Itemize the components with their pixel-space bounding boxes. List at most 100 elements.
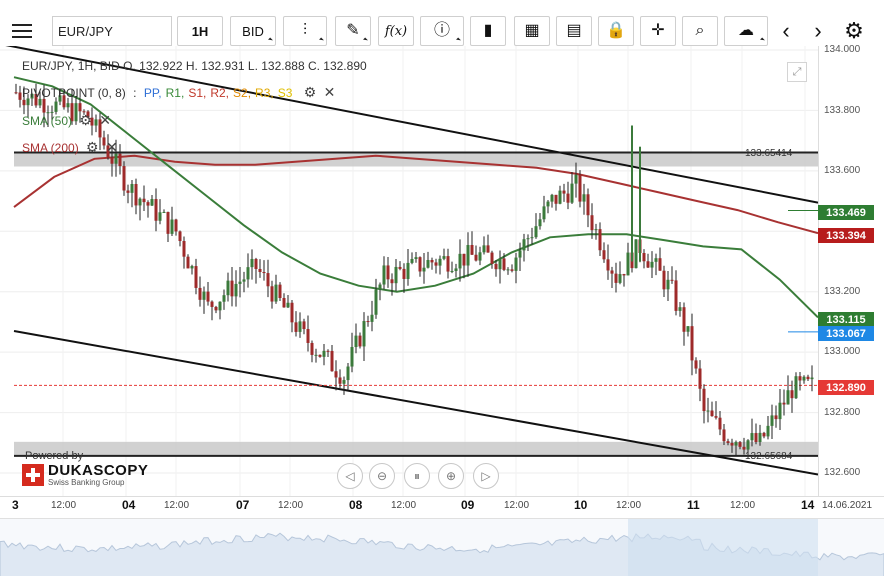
timeframe-label: 1H [191, 23, 209, 39]
candle-body [362, 321, 366, 347]
info-button[interactable]: ⓘ [420, 16, 464, 46]
candle-body [582, 194, 586, 202]
prev-arrow-button[interactable]: ‹ [772, 16, 800, 46]
candle-body [494, 263, 498, 270]
dukascopy-logo[interactable]: DUKASCOPY Swiss Banking Group [22, 463, 148, 487]
candle-body [310, 342, 314, 355]
candle-body [778, 402, 782, 420]
expand-icon[interactable]: ⤢ [787, 62, 807, 82]
price-type-button[interactable]: BID [230, 16, 276, 46]
candle-body [598, 229, 602, 251]
candle-body [234, 283, 238, 297]
candle-body [402, 268, 406, 279]
crosshair-button[interactable]: ✛ [640, 16, 676, 46]
zoom-in-button[interactable]: ⊕ [438, 463, 464, 489]
lock-button[interactable]: 🔒 [598, 16, 634, 46]
candle-body [658, 258, 662, 271]
draw-pen-button[interactable]: ✎ [335, 16, 371, 46]
info-icon: ⓘ [433, 22, 450, 39]
price-type-label: BID [242, 23, 264, 39]
candle-body [270, 286, 274, 302]
candle-body [246, 267, 250, 280]
candle-body [378, 284, 382, 290]
candle-body [810, 377, 814, 380]
price-chart-svg [0, 46, 818, 496]
candle-body [250, 258, 254, 268]
zoom-in-icon: ⊕ [445, 469, 457, 483]
candle-body [306, 329, 310, 343]
price-axis-label: 133.800 [824, 105, 861, 116]
gear-icon[interactable]: ⚙ [86, 139, 99, 156]
pivot-level-4: S2, [233, 86, 252, 100]
candle-body [510, 269, 514, 271]
candle-body [758, 432, 762, 442]
logo-name: DUKASCOPY [48, 462, 149, 479]
candle-body [734, 442, 738, 446]
candle-body [742, 446, 746, 450]
candle-body [566, 193, 570, 203]
candle-body [478, 252, 482, 261]
calendar-button[interactable]: ▦ [514, 16, 550, 46]
pivot-legend[interactable]: PIVOTPOINT (0, 8) : PP, R1, S1, R2, S2, R3, S3… [22, 84, 335, 101]
gear-icon[interactable]: ⚙ [79, 112, 92, 129]
symbol-input[interactable]: EUR/JPY [52, 16, 172, 46]
candle-body [274, 284, 278, 302]
swiss-cross-icon [22, 464, 44, 486]
zoom-out-button[interactable]: ⊖ [369, 463, 395, 489]
candle-body [182, 241, 186, 257]
candle-body [774, 415, 778, 420]
settings-gear-icon: ⚙ [844, 18, 864, 43]
time-axis-label: 12:00 [616, 500, 642, 511]
sma50-legend[interactable]: SMA (50) ⚙ ✕ [22, 112, 111, 129]
candle-body [594, 229, 598, 231]
cloud-button[interactable]: ☁ [724, 16, 768, 46]
candle-body [574, 174, 578, 184]
candle-body [518, 250, 522, 258]
candle-body [238, 281, 242, 284]
chart-app: EUR/JPY 1H BID ⫶ ✎ f(x) ⓘ ▮ ▦ ▤ 🔒 ✛ ⌕ ☁ ‹ › ⚙ EUR/JPY… [0, 0, 884, 576]
candle-body [166, 211, 170, 234]
timeframe-button[interactable]: 1H [177, 16, 223, 46]
sma200-legend[interactable]: SMA (200) ⚙ ✕ [22, 139, 118, 156]
reset-button[interactable]: ⏸ [404, 463, 430, 489]
pivot-level-6: S3 [277, 86, 293, 100]
close-icon[interactable]: ✕ [106, 139, 118, 156]
candle-body [490, 252, 494, 264]
candle-body [210, 301, 214, 307]
candle-body [682, 307, 686, 332]
price-axis-label: 134.000 [824, 44, 861, 55]
time-axis-label: 14.06.2021 [822, 500, 873, 511]
candle-body [602, 250, 606, 260]
chart-type-button[interactable]: ⫶ [283, 16, 327, 46]
chart-canvas[interactable] [0, 46, 818, 496]
candle-body [486, 245, 490, 253]
settings-gear-button[interactable]: ⚙ [840, 16, 868, 46]
zoom-button[interactable]: ⌕ [682, 16, 718, 46]
candle-body [674, 280, 678, 311]
close-icon[interactable]: ✕ [324, 84, 336, 101]
candle-body [650, 261, 654, 268]
candle-body [662, 270, 666, 290]
formula-button[interactable]: f(x) [378, 16, 414, 46]
candle-body [66, 103, 70, 108]
formula-icon: f(x) [384, 23, 408, 39]
ohlc-legend: EUR/JPY, 1H, BID O. 132.922 H. 132.931 L… [22, 59, 367, 73]
candle-body [330, 350, 334, 372]
navigator-panel[interactable] [0, 518, 884, 576]
menu-button[interactable] [12, 18, 40, 44]
candle-body [198, 287, 202, 300]
close-icon[interactable]: ✕ [99, 112, 111, 129]
gear-icon[interactable]: ⚙ [304, 84, 317, 101]
candle-body [298, 321, 302, 332]
sma200-label: SMA (200) [22, 141, 79, 155]
candle-body [610, 270, 614, 274]
candle-body [398, 266, 402, 269]
scroll-right-button[interactable]: ▷ [473, 463, 499, 489]
news-button[interactable]: ▤ [556, 16, 592, 46]
scroll-left-button[interactable]: ◁ [337, 463, 363, 489]
next-arrow-button[interactable]: › [804, 16, 832, 46]
bar-chart-button[interactable]: ▮ [470, 16, 506, 46]
candle-body [374, 289, 378, 315]
candle-body [654, 258, 658, 262]
candle-body [226, 280, 230, 296]
